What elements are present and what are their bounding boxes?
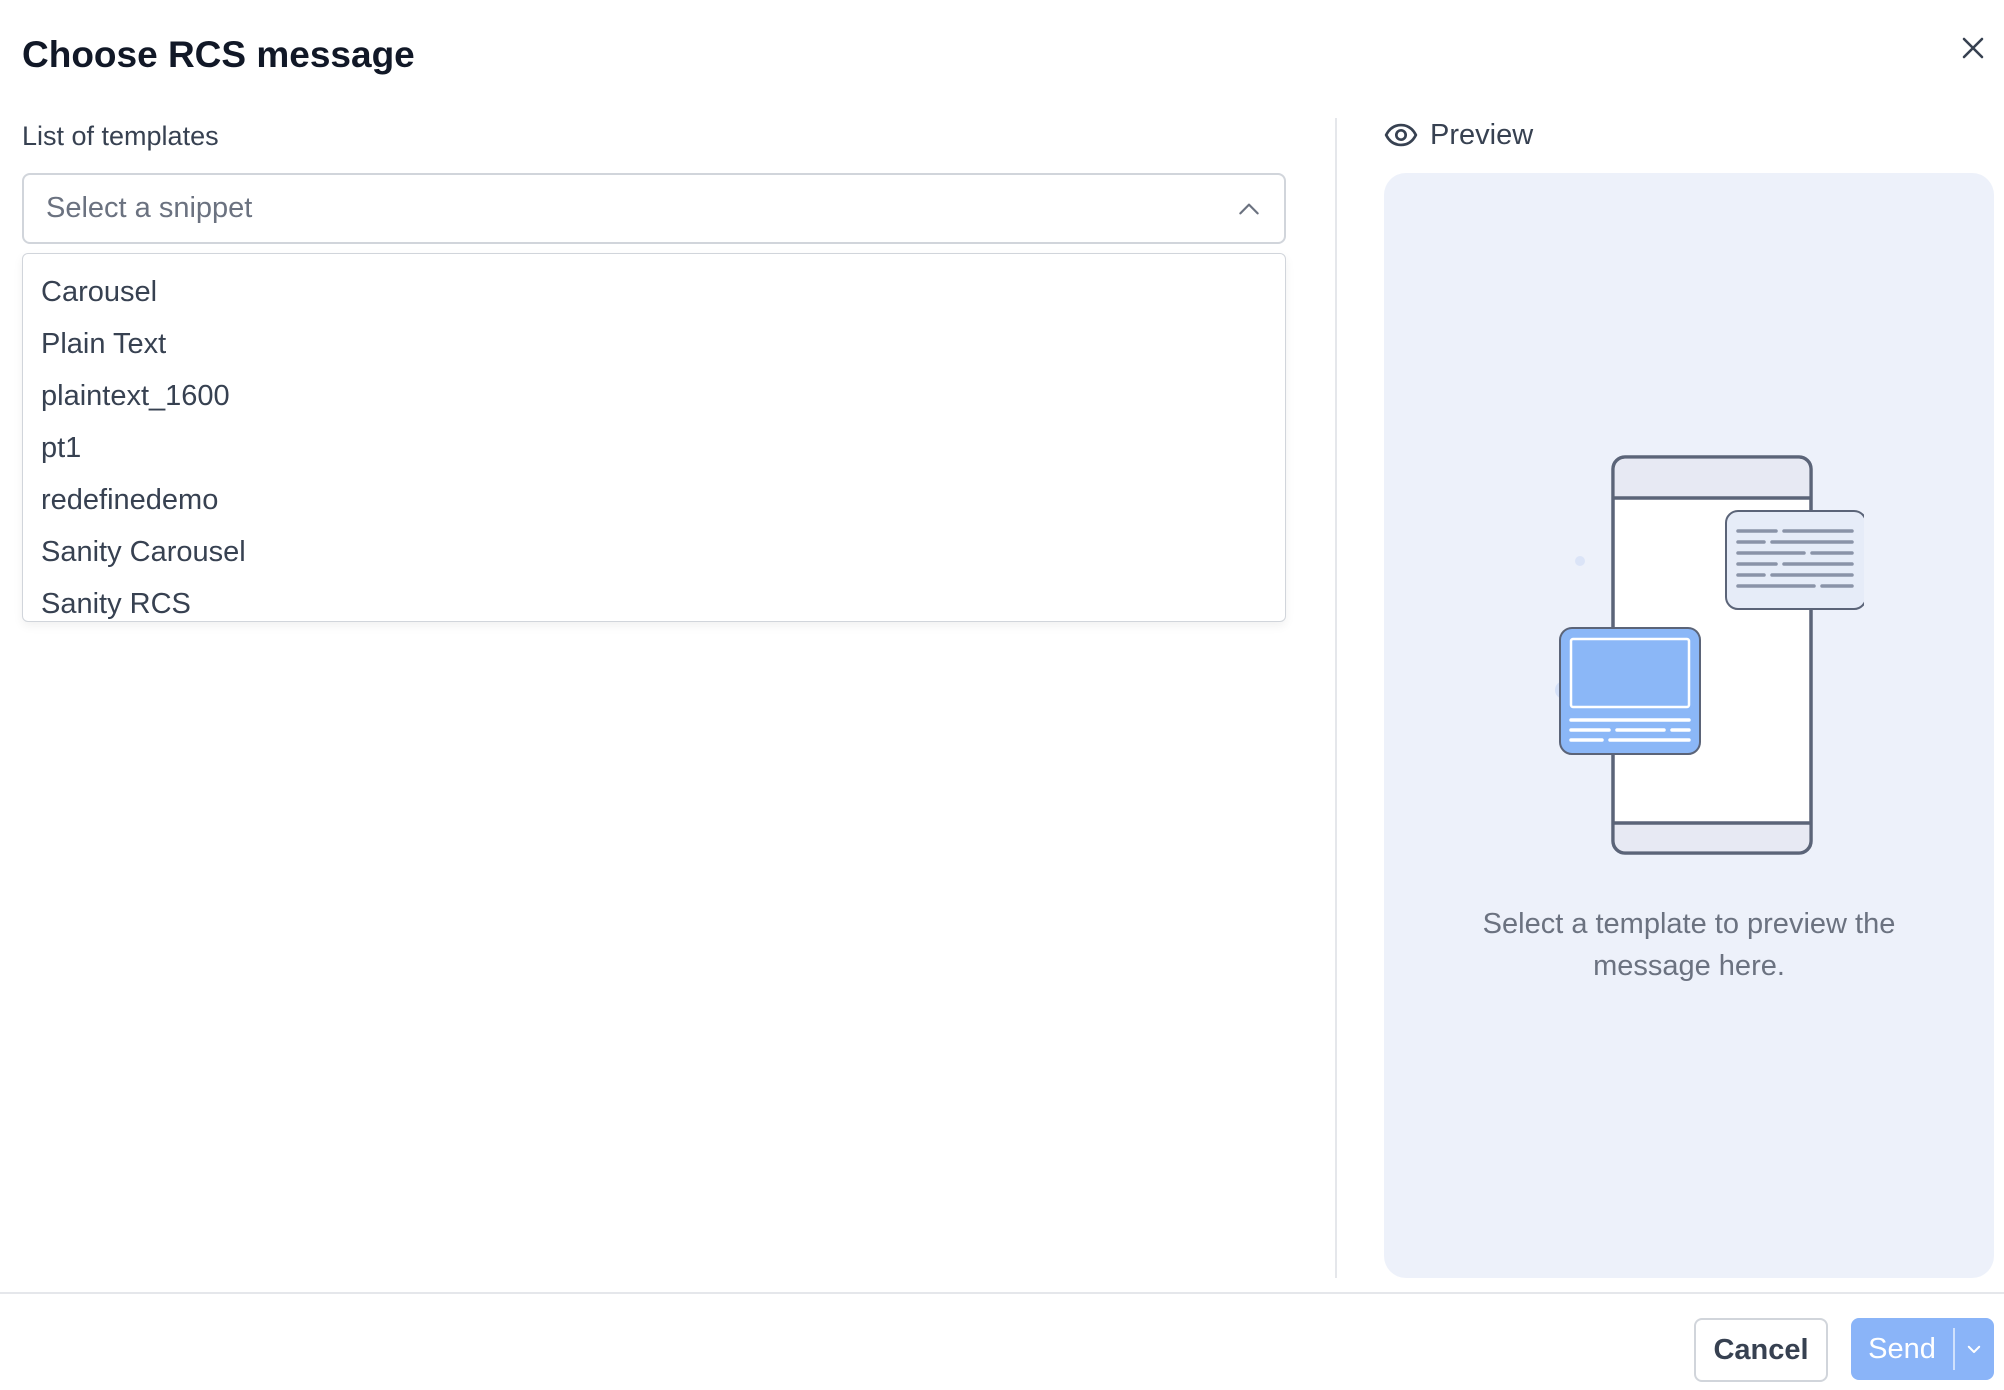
menu-item-plain-text[interactable]: Plain Text: [23, 318, 1285, 370]
menu-item-carousel[interactable]: Carousel: [23, 266, 1285, 318]
send-split-button[interactable]: Send: [1851, 1318, 1994, 1380]
cancel-button[interactable]: Cancel: [1694, 1318, 1828, 1382]
column-divider: [1335, 118, 1337, 1278]
preview-header: Preview: [1384, 118, 1533, 152]
template-dropdown-menu[interactable]: Carousel Plain Text plaintext_1600 pt1 r…: [22, 253, 1286, 622]
template-select[interactable]: Select a snippet: [22, 173, 1286, 244]
send-button[interactable]: Send: [1851, 1318, 1953, 1380]
preview-empty-line-1: Select a template to preview the: [1482, 908, 1896, 940]
phone-illustration: [1555, 455, 1864, 855]
menu-item-sanity-rcs[interactable]: Sanity RCS: [23, 578, 1285, 621]
eye-icon: [1384, 123, 1418, 147]
preview-empty-message: Select a template to preview the message…: [1384, 903, 1994, 987]
preview-empty-line-2: message here.: [1593, 950, 1785, 982]
send-options-button[interactable]: [1955, 1318, 1995, 1380]
menu-item-pt1[interactable]: pt1: [23, 422, 1285, 474]
dialog-title: Choose RCS message: [22, 34, 415, 75]
preview-panel: Select a template to preview the message…: [1384, 173, 1994, 1278]
menu-item-plaintext-1600[interactable]: plaintext_1600: [23, 370, 1285, 422]
menu-item-redefinedemo[interactable]: redefinedemo: [23, 474, 1285, 526]
chevron-down-icon: [1968, 1345, 1981, 1353]
close-icon: [1962, 37, 1984, 59]
menu-item-sanity-carousel[interactable]: Sanity Carousel: [23, 526, 1285, 578]
select-placeholder: Select a snippet: [46, 192, 253, 224]
preview-label: Preview: [1430, 118, 1534, 151]
footer-divider: [0, 1292, 2004, 1294]
chevron-up-icon: [1239, 203, 1259, 214]
templates-label: List of templates: [22, 121, 219, 151]
choose-rcs-dialog: Choose RCS message List of templates Sel…: [0, 0, 2004, 1390]
close-button[interactable]: [1955, 30, 1991, 66]
